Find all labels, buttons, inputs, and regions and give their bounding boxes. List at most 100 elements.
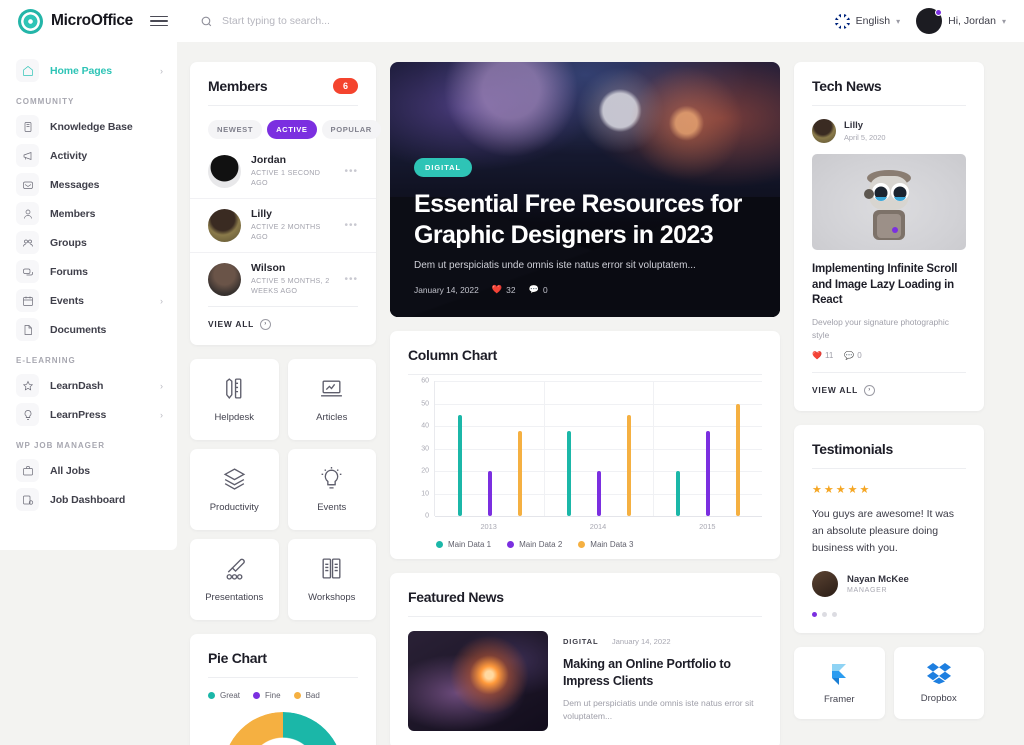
search-bar[interactable] (200, 15, 452, 28)
hero-banner[interactable]: DIGITAL Essential Free Resources for Gra… (390, 62, 780, 317)
card-title: Tech News (812, 78, 882, 94)
carousel-dot[interactable] (812, 611, 817, 617)
chart-bar[interactable] (566, 430, 571, 516)
column-chart-plot: 60 50 40 30 20 10 0 2013 2014 2015 Main Data 1 Ma… (390, 375, 780, 559)
author-name: Nayan McKee (847, 573, 909, 585)
hero-category-tag[interactable]: DIGITAL (414, 158, 473, 177)
app-label: Dropbox (920, 692, 957, 704)
chart-y-tick: 10 (421, 490, 429, 497)
sidebar-item-home-pages[interactable]: Home Pages › (0, 56, 177, 85)
app-tile-framer[interactable]: Framer (794, 646, 885, 719)
testimonial-author: Nayan McKee MANAGER (794, 557, 984, 597)
more-options-icon[interactable]: ••• (344, 166, 358, 177)
tile-helpdesk[interactable]: Helpdesk (190, 358, 279, 440)
list-item[interactable]: Wilson ACTIVE 5 MONTHS, 2 WEEKS AGO ••• (190, 251, 376, 306)
tile-presentations[interactable]: Presentations (190, 538, 279, 620)
sidebar-item-documents[interactable]: Documents (0, 315, 177, 344)
pie-legend: Great Fine Bad (190, 678, 376, 700)
list-item[interactable]: Lilly ACTIVE 2 MONTHS AGO ••• (190, 197, 376, 252)
tab-active[interactable]: ACTIVE (267, 120, 317, 139)
tile-workshops[interactable]: Workshops (287, 538, 376, 620)
sidebar-item-label: Groups (50, 236, 87, 249)
chart-bar[interactable] (487, 471, 492, 516)
tile-events[interactable]: Events (287, 448, 376, 530)
legend-dot (253, 691, 261, 699)
carousel-dot[interactable] (822, 611, 827, 617)
tech-news-author[interactable]: Lilly April 5, 2020 (794, 106, 984, 143)
members-view-all-button[interactable]: VIEW ALL › (190, 307, 376, 345)
tile-productivity[interactable]: Productivity (190, 448, 279, 530)
tab-popular[interactable]: POPULAR (321, 120, 381, 139)
app-tile-dropbox[interactable]: Dropbox (893, 646, 984, 719)
robot-illustration-icon (864, 169, 911, 240)
tech-news-view-all-button[interactable]: VIEW ALL › (794, 373, 984, 411)
sidebar: Home Pages › COMMUNITY Knowledge Base Ac… (0, 42, 177, 550)
dropbox-icon (926, 662, 951, 684)
chart-bar[interactable] (517, 430, 522, 516)
likes-count: 11 (824, 350, 834, 360)
legend-item[interactable]: Main Data 2 (507, 540, 562, 549)
hero-content: DIGITAL Essential Free Resources for Gra… (414, 157, 756, 295)
sidebar-item-all-jobs[interactable]: All Jobs (0, 456, 177, 485)
legend-dot (293, 691, 301, 699)
sidebar-item-learnpress[interactable]: LearnPress › (0, 400, 177, 429)
sidebar-item-activity[interactable]: Activity (0, 141, 177, 170)
tech-news-card: Tech News Lilly April 5, 2020 Implementi… (794, 62, 984, 411)
news-thumbnail (408, 631, 548, 731)
sidebar-item-knowledge-base[interactable]: Knowledge Base (0, 112, 177, 141)
avatar (812, 119, 836, 143)
legend-item[interactable]: Main Data 3 (578, 540, 633, 549)
tab-newest[interactable]: NEWEST (208, 120, 263, 139)
sidebar-item-forums[interactable]: Forums (0, 257, 177, 286)
laptop-chart-icon (321, 380, 343, 397)
sidebar-item-label: Home Pages (50, 64, 113, 77)
featured-news-header: Featured News (390, 573, 780, 616)
legend-item: Fine (253, 691, 281, 700)
featured-news-item[interactable]: DIGITAL January 14, 2022 Making an Onlin… (390, 617, 780, 745)
sidebar-item-job-dashboard[interactable]: Job Dashboard (0, 485, 177, 514)
hamburger-icon[interactable] (150, 15, 168, 27)
avatar (208, 154, 241, 188)
chart-bar[interactable] (457, 414, 462, 516)
search-input[interactable] (222, 15, 452, 27)
user-menu[interactable]: Hi, Jordan ▾ (916, 8, 1006, 34)
sidebar-item-messages[interactable]: Messages (0, 170, 177, 199)
language-selector[interactable]: English ▾ (834, 13, 900, 29)
view-all-label: VIEW ALL (208, 319, 255, 330)
post-thumbnail (812, 154, 966, 250)
rating-stars: ★★★★★ (812, 483, 872, 496)
sidebar-item-members[interactable]: Members (0, 199, 177, 228)
chevron-right-icon: › (160, 65, 163, 76)
member-name: Jordan (251, 154, 287, 166)
chart-bar[interactable] (705, 430, 710, 516)
card-title: Pie Chart (208, 649, 267, 666)
chart-bar[interactable] (596, 471, 601, 516)
brand-logo[interactable]: MicroOffice (0, 8, 140, 34)
sidebar-item-learndash[interactable]: LearnDash › (0, 371, 177, 400)
pencil-ruler-icon (225, 377, 242, 399)
sidebar-item-events[interactable]: Events › (0, 286, 177, 315)
more-options-icon[interactable]: ••• (344, 274, 358, 285)
calendar-icon (16, 289, 39, 312)
shortcut-tiles: Helpdesk Articles Productivity Events Pr… (190, 358, 376, 620)
tile-articles[interactable]: Articles (287, 358, 376, 440)
chart-bar[interactable] (626, 414, 631, 516)
tile-label: Workshops (308, 591, 356, 603)
chart-bar[interactable] (675, 471, 680, 516)
members-header: Members 6 (190, 62, 376, 105)
member-name: Wilson (251, 261, 286, 274)
chart-bar-groups (435, 381, 762, 516)
legend-label: Main Data 3 (590, 540, 634, 549)
chart-bar[interactable] (735, 403, 740, 516)
hero-likes: ❤️ 32 (492, 284, 516, 295)
sidebar-heading-elearning: E-LEARNING (16, 356, 76, 365)
heart-icon: ❤️ (812, 350, 822, 360)
sidebar-item-groups[interactable]: Groups (0, 228, 177, 257)
legend-item[interactable]: Main Data 1 (436, 540, 491, 549)
more-options-icon[interactable]: ••• (344, 220, 358, 231)
carousel-dot[interactable] (832, 611, 837, 617)
legend-dot (208, 691, 215, 699)
comment-icon: 💬 (528, 284, 539, 294)
post-description: Develop your signature photographic styl… (812, 316, 949, 340)
list-item[interactable]: Jordan ACTIVE 1 SECOND AGO ••• (190, 145, 376, 198)
